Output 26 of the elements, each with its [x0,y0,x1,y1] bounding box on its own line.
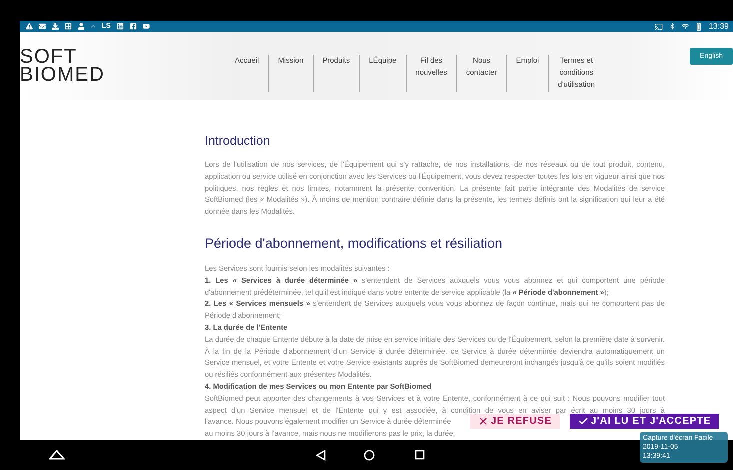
section-heading: Introduction [205,134,272,148]
linkedin-icon [116,23,124,30]
cast-icon [654,22,663,30]
bluetooth-icon [668,23,676,30]
logo-text: SOFT [20,48,78,66]
logo-text: BIOMED [20,66,106,84]
youtube-icon [142,23,150,30]
refuse-button[interactable]: JE REFUSE [470,414,560,429]
check-icon [578,416,589,427]
accept-button[interactable]: J'AI LU ET J'ACCEPTE [570,414,720,429]
status-time: 13:39 [708,22,729,31]
grid-icon [65,23,72,30]
facebook-icon [130,23,137,30]
close-icon [478,416,489,427]
chevron-up-icon [91,24,96,29]
mail-icon [39,23,46,30]
download-icon [52,23,59,30]
home-icon[interactable] [364,450,375,460]
back-icon[interactable] [316,450,326,460]
person-icon [78,23,85,30]
chevron-up-icon[interactable] [49,450,65,460]
wifi-icon [682,23,689,30]
battery-icon [694,22,703,30]
warning-icon [26,23,33,30]
section-heading: Période d'abonnement, modifications et résiliation [205,236,504,251]
recents-icon[interactable] [415,450,425,460]
